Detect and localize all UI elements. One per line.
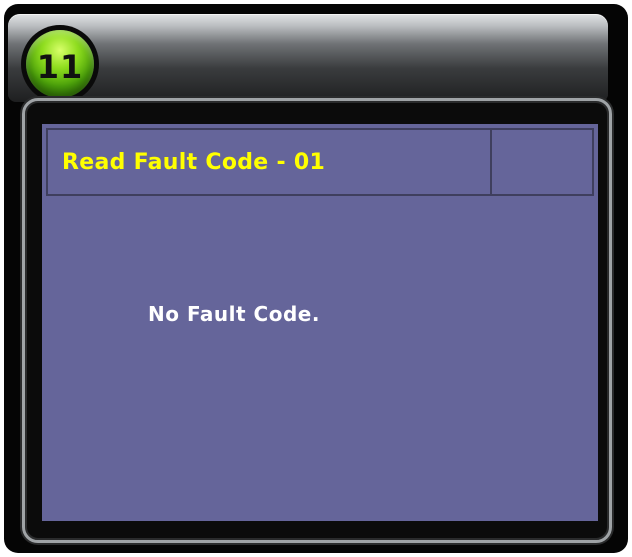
step-badge: 11 [21, 25, 99, 103]
display-screen: Read Fault Code - 01 No Fault Code. [42, 124, 598, 521]
page-title: Read Fault Code - 01 [62, 149, 326, 175]
header-title-cell: Read Fault Code - 01 [46, 128, 492, 196]
status-message: No Fault Code. [148, 302, 320, 326]
header-row: Read Fault Code - 01 [46, 128, 594, 196]
header-side-cell [492, 128, 594, 196]
step-badge-circle: 11 [26, 30, 94, 98]
step-number: 11 [36, 48, 84, 86]
